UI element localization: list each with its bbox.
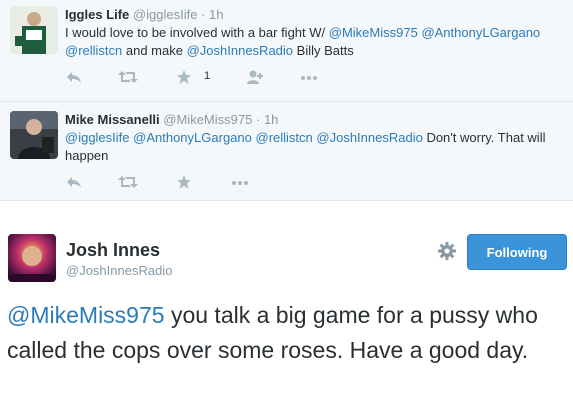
gear-icon[interactable] bbox=[437, 241, 457, 261]
reply-icon[interactable] bbox=[66, 69, 82, 87]
avatar[interactable] bbox=[10, 6, 58, 54]
mention-link[interactable]: @AnthonyLGargano bbox=[133, 130, 252, 145]
following-button[interactable]: Following bbox=[467, 234, 567, 270]
avatar[interactable] bbox=[10, 111, 58, 159]
mention-link[interactable]: @JoshInnesRadio bbox=[316, 130, 422, 145]
more-icon[interactable] bbox=[230, 174, 250, 192]
separator-dot: · bbox=[201, 7, 206, 22]
reply-header: Iggles Life @igglesIife · 1h bbox=[65, 7, 224, 22]
reply-header: Mike Missanelli @MikeMiss975 · 1h bbox=[65, 112, 278, 127]
text-segment: Billy Batts bbox=[293, 43, 354, 58]
main-tweet-text: @MikeMiss975 you talk a big game for a p… bbox=[7, 298, 567, 368]
author-handle[interactable]: @JoshInnesRadio bbox=[66, 263, 172, 278]
retweet-icon[interactable] bbox=[118, 174, 138, 192]
timestamp[interactable]: 1h bbox=[209, 7, 223, 22]
favorite-icon[interactable] bbox=[176, 174, 192, 192]
author-name[interactable]: Mike Missanelli bbox=[65, 112, 160, 127]
mention-link[interactable]: @rellistcn bbox=[256, 130, 313, 145]
conversation-replies: Iggles Life @igglesIife · 1h I would lov… bbox=[0, 0, 573, 201]
author-name[interactable]: Josh Innes bbox=[66, 240, 160, 261]
timestamp[interactable]: 1h bbox=[264, 112, 278, 127]
text-segment: and make bbox=[122, 43, 187, 58]
follow-icon[interactable] bbox=[246, 69, 264, 87]
separator-dot: · bbox=[255, 112, 261, 127]
mention-link[interactable]: @MikeMiss975 bbox=[7, 302, 165, 328]
mention-link[interactable]: @MikeMiss975 bbox=[329, 25, 418, 40]
mention-link[interactable]: @rellistcn bbox=[65, 43, 122, 58]
author-name[interactable]: Iggles Life bbox=[65, 7, 129, 22]
mention-link[interactable]: @JoshInnesRadio bbox=[187, 43, 293, 58]
text-segment: I would love to be involved with a bar f… bbox=[65, 25, 329, 40]
retweet-icon[interactable] bbox=[118, 69, 138, 87]
mention-link[interactable]: @AnthonyLGargano bbox=[421, 25, 540, 40]
avatar[interactable] bbox=[8, 234, 56, 282]
favorite-icon[interactable] bbox=[176, 69, 192, 87]
tweet-text: I would love to be involved with a bar f… bbox=[65, 24, 560, 60]
author-handle[interactable]: @igglesIife bbox=[133, 7, 198, 22]
tweet-text: @igglesIife @AnthonyLGargano @rellistcn … bbox=[65, 129, 560, 165]
mention-link[interactable]: @igglesIife bbox=[65, 130, 130, 145]
more-icon[interactable] bbox=[299, 69, 319, 87]
favorite-count: 1 bbox=[204, 70, 211, 82]
reply-icon[interactable] bbox=[66, 174, 82, 192]
author-handle[interactable]: @MikeMiss975 bbox=[163, 112, 252, 127]
